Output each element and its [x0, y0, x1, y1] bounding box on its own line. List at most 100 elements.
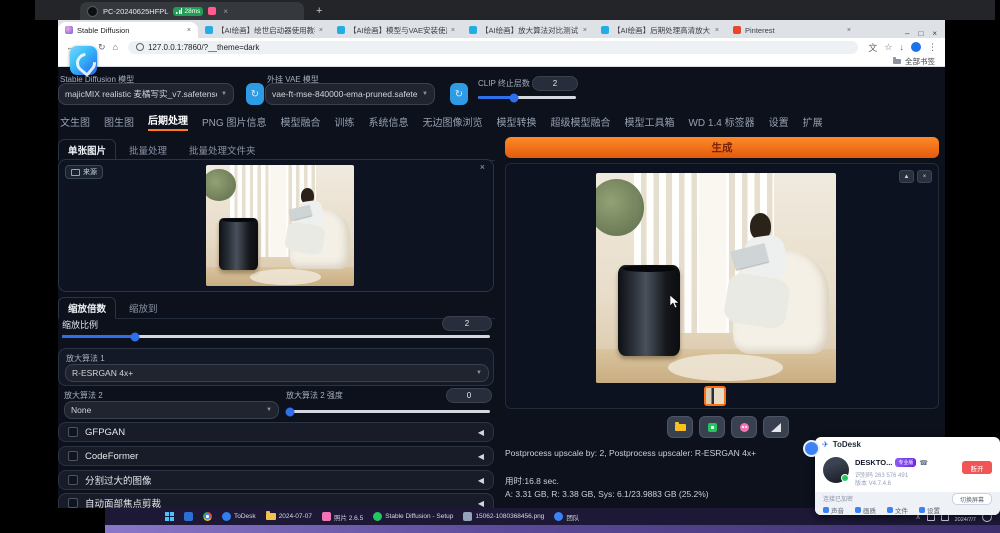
upscaler2-strength-value[interactable]: 0 — [446, 388, 492, 403]
close-session-icon[interactable]: × — [223, 7, 228, 16]
accordion-split-oversized[interactable]: 分割过大的图像 ◀ — [58, 470, 494, 490]
scale-ratio-value[interactable]: 2 — [442, 316, 492, 331]
chrome-taskbar-item[interactable] — [203, 512, 212, 521]
sound-button[interactable]: 声音 — [823, 505, 844, 515]
home-icon[interactable]: ⌂ — [113, 42, 118, 52]
todesk-panel-header[interactable]: ✈ ToDesk — [815, 437, 1000, 452]
tab-close-icon[interactable]: × — [187, 27, 191, 34]
tab-model-convert[interactable]: 模型转换 — [496, 114, 536, 131]
tab-close-icon[interactable]: × — [715, 27, 719, 34]
source-image-dropzone[interactable]: 来源 × — [58, 159, 494, 292]
subtab-batch-process[interactable]: 批量处理 — [120, 140, 176, 160]
tab-scale-to[interactable]: 缩放到 — [120, 298, 167, 318]
tab-wd14-tagger[interactable]: WD 1.4 标签器 — [688, 114, 754, 131]
slider-knob[interactable] — [510, 93, 519, 102]
start-button[interactable] — [165, 512, 174, 521]
save-image-button[interactable] — [699, 416, 725, 438]
subtab-single-image[interactable]: 单张图片 — [58, 139, 116, 161]
upscaler1-dropdown[interactable]: R-ESRGAN 4x+▼ — [65, 364, 489, 382]
sd-setup-taskbar-item[interactable]: Stable Diffusion - Setup — [373, 512, 453, 521]
tab-close-icon[interactable]: × — [847, 27, 851, 34]
widgets-button[interactable] — [184, 512, 193, 521]
phone-icon[interactable]: ☎ — [919, 459, 928, 467]
all-bookmarks-button[interactable]: 全部书签 — [905, 56, 935, 67]
todesk-taskbar-item[interactable]: ToDesk — [222, 512, 256, 521]
face-crop-checkbox[interactable] — [68, 498, 78, 508]
browser-tab[interactable]: 【AI绘画】绘世启动器使用教程 - 哔哩哔哩 × — [198, 22, 330, 38]
downloads-icon[interactable]: ↓ — [900, 42, 905, 52]
profile-avatar[interactable] — [911, 42, 921, 52]
subtab-batch-folder[interactable]: 批量处理文件夹 — [180, 140, 265, 160]
todesk-bubble[interactable] — [803, 440, 820, 457]
new-session-button[interactable]: + — [316, 5, 322, 17]
switch-screen-button[interactable]: 切换屏幕 — [952, 493, 992, 505]
folder-taskbar-item[interactable]: 2024-07-07 — [266, 513, 312, 520]
menu-kebab-icon[interactable]: ⋮ — [928, 42, 937, 53]
sd-model-dropdown[interactable]: majicMIX realistic 麦橘写实_v7.safetensors [… — [58, 83, 234, 105]
close-window-button[interactable]: × — [932, 29, 937, 38]
address-bar[interactable]: 127.0.0.1:7860/?__theme=dark — [128, 41, 858, 54]
accordion-gfpgan[interactable]: GFPGAN ◀ — [58, 422, 494, 442]
tab-checkpoint-merger[interactable]: 模型融合 — [280, 114, 320, 131]
maximize-button[interactable]: □ — [918, 29, 923, 38]
settings-button[interactable]: 设置 — [919, 505, 940, 515]
team-taskbar-item[interactable]: 团队 — [554, 512, 579, 522]
tab-infinite-browser[interactable]: 无边图像浏览 — [422, 114, 482, 131]
upscaler2-dropdown[interactable]: None▼ — [64, 401, 279, 419]
photos-taskbar-item[interactable]: 照片 2.6.5 — [322, 512, 363, 522]
refresh-vae-button[interactable]: ↻ — [450, 83, 468, 105]
tab-close-icon[interactable]: × — [583, 27, 587, 34]
file-transfer-button[interactable]: 文件 — [887, 505, 908, 515]
accordion-auto-face-crop[interactable]: 自动面部焦点剪裁 ◀ — [58, 493, 494, 508]
tab-settings[interactable]: 设置 — [769, 114, 789, 131]
clear-image-button[interactable]: × — [480, 162, 485, 172]
tab-txt2img[interactable]: 文生图 — [60, 114, 90, 131]
output-image[interactable] — [596, 173, 836, 383]
gallery-expand-button[interactable]: ▲ — [899, 170, 914, 183]
tab-extras[interactable]: 后期处理 — [148, 112, 188, 131]
bookmark-star-icon[interactable]: ☆ — [884, 42, 892, 53]
remote-session-tab[interactable]: PC-20240625HFPL 28ms × — [80, 2, 304, 20]
png-file-taskbar-item[interactable]: 15062-1080368456.png — [463, 512, 544, 521]
tab-extensions[interactable]: 扩展 — [803, 114, 823, 131]
slider-knob[interactable] — [286, 407, 295, 416]
record-icon[interactable] — [208, 7, 216, 15]
tab-model-toolkit[interactable]: 模型工具箱 — [624, 114, 674, 131]
split-checkbox[interactable] — [68, 475, 78, 485]
browser-tab-active[interactable]: Stable Diffusion × — [58, 22, 198, 38]
send-to-img2img-button[interactable] — [763, 416, 789, 438]
browser-tab[interactable]: 【AI绘画】模型与VAE安装使用 - 哔哩哔哩 × — [330, 22, 462, 38]
tab-scale-by[interactable]: 缩放倍数 — [58, 297, 116, 319]
scale-ratio-slider[interactable] — [62, 335, 490, 338]
tab-super-merger[interactable]: 超级模型融合 — [550, 114, 610, 131]
tab-png-info[interactable]: PNG 图片信息 — [202, 114, 266, 131]
browser-tab[interactable]: 【AI绘画】放大算法对比测试 - 哔哩哔哩 × — [462, 22, 594, 38]
tab-close-icon[interactable]: × — [319, 27, 323, 34]
browser-tab[interactable]: Pinterest × — [726, 22, 858, 38]
translate-icon[interactable]: 文 — [868, 41, 877, 54]
send-to-extras-button[interactable] — [731, 416, 757, 438]
vae-model-dropdown[interactable]: vae-ft-mse-840000-ema-pruned.safetensors… — [265, 83, 435, 105]
clip-skip-value[interactable]: 2 — [532, 76, 578, 91]
tab-train[interactable]: 训练 — [334, 114, 354, 131]
gallery-close-button[interactable]: × — [917, 170, 932, 183]
clip-skip-slider[interactable] — [478, 96, 576, 99]
minimize-button[interactable]: – — [905, 29, 909, 38]
source-image-preview[interactable] — [206, 165, 354, 286]
gallery-thumbnail-selected[interactable] — [704, 386, 726, 406]
codeformer-checkbox[interactable] — [68, 451, 78, 461]
open-folder-button[interactable] — [667, 416, 693, 438]
slider-knob[interactable] — [130, 332, 139, 341]
refresh-sd-model-button[interactable]: ↻ — [246, 83, 264, 105]
site-info-icon[interactable] — [136, 43, 144, 51]
tab-close-icon[interactable]: × — [451, 27, 455, 34]
reload-icon[interactable]: ↻ — [98, 42, 106, 53]
upscaler2-strength-slider[interactable] — [286, 410, 490, 413]
quality-button[interactable]: 画质 — [855, 505, 876, 515]
tab-img2img[interactable]: 图生图 — [104, 114, 134, 131]
browser-tab[interactable]: 【AI绘画】后期处理高清放大 - 哔哩哔哩 × — [594, 22, 726, 38]
accordion-codeformer[interactable]: CodeFormer ◀ — [58, 446, 494, 466]
tab-system-info[interactable]: 系统信息 — [368, 114, 408, 131]
disconnect-button[interactable]: 断开 — [962, 461, 992, 474]
generate-button[interactable]: 生成 — [505, 137, 939, 158]
